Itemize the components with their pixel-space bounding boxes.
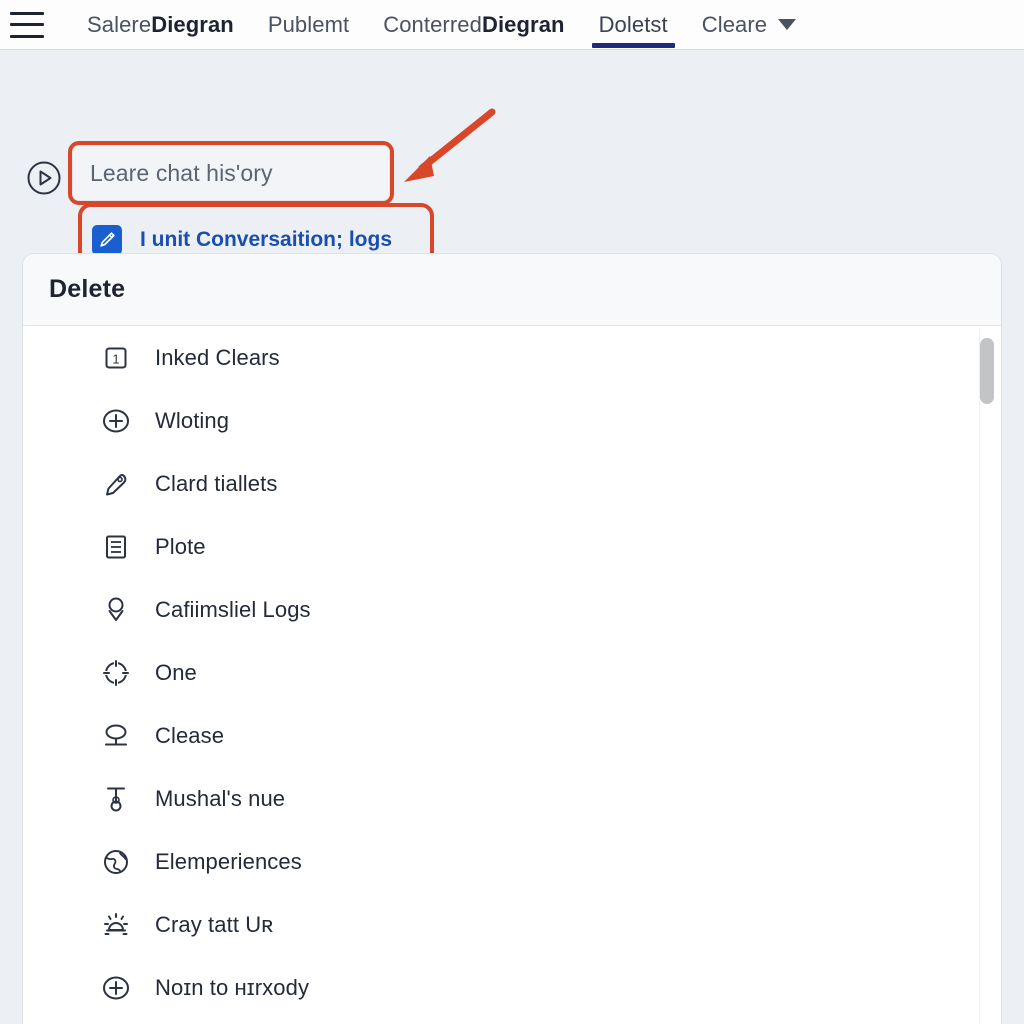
play-circle-icon[interactable] <box>26 160 62 196</box>
tab-label-plain: Cleare <box>701 11 768 37</box>
list-item[interactable]: One <box>23 641 1001 704</box>
app-root: Salere Diegran Publemt Conterred Diegran… <box>0 0 1024 1024</box>
list-item-label: Cafiimsliel Logs <box>155 596 311 622</box>
list-item-label: Clease <box>155 722 225 748</box>
tab-label-plain: Conterred <box>383 11 482 37</box>
plus-circle-icon <box>101 973 131 1003</box>
hamburger-bar <box>10 11 44 15</box>
tab-label-plain: Publemt <box>267 11 350 37</box>
tab-doletst[interactable]: Doletst <box>582 0 685 50</box>
list-item-label: Plote <box>155 533 206 559</box>
list-item[interactable]: Cafiimsliel Logs <box>23 578 1001 641</box>
hamburger-bar <box>10 23 44 26</box>
list-item[interactable]: Clease <box>23 704 1001 767</box>
pointer-arrow-icon <box>404 108 496 182</box>
speech-bubble-icon <box>101 721 131 751</box>
list-item[interactable]: Cray tatt Uʀ <box>23 893 1001 956</box>
list-item-label: Cray tatt Uʀ <box>155 911 274 937</box>
list-item-label: Mushal's nue <box>155 785 286 811</box>
location-pin-icon <box>101 595 131 625</box>
tab-conterred-diegran[interactable]: Conterred Diegran <box>366 0 581 50</box>
list-item[interactable]: Clard tiallets <box>23 452 1001 515</box>
page-title: Delete <box>49 275 126 303</box>
tab-salere-diegran[interactable]: Salere Diegran <box>70 0 251 50</box>
number-one-box-icon: 1 <box>101 343 131 373</box>
top-navigation-bar: Salere Diegran Publemt Conterred Diegran… <box>0 0 1024 50</box>
delete-panel: Delete 1 Inked Clears Wloting Clard tial… <box>22 253 1002 1024</box>
suggestion-label: I unit Conversaition; logs <box>140 228 393 251</box>
list-item-label: Elemperiences <box>155 848 302 874</box>
nav-tab-list: Salere Diegran Publemt Conterred Diegran… <box>70 0 813 50</box>
tab-label-strong: Diegran <box>151 11 234 37</box>
delete-options-list: 1 Inked Clears Wloting Clard tiallets Pl… <box>23 326 1001 1024</box>
scrollbar-thumb[interactable] <box>980 338 994 404</box>
panel-header: Delete <box>23 254 1001 326</box>
list-item[interactable]: Wloting <box>23 389 1001 452</box>
chevron-down-icon <box>778 19 797 30</box>
search-placeholder: Leare chat his'ory <box>90 159 273 186</box>
hamburger-bar <box>10 34 44 38</box>
tab-publemt[interactable]: Publemt <box>251 0 366 50</box>
list-item-label: Clard tiallets <box>155 470 278 496</box>
list-item[interactable]: Noɪn to ʜɪrxody <box>23 956 1001 1019</box>
hamburger-menu-icon[interactable] <box>10 11 44 38</box>
list-item-label: Noɪn to ʜɪrxody <box>155 974 310 1000</box>
list-item[interactable]: Elemperiences <box>23 830 1001 893</box>
pen-marker-icon <box>101 469 131 499</box>
sun-brightness-icon <box>101 910 131 940</box>
edit-pen-icon <box>92 225 122 255</box>
crosshair-icon <box>101 658 131 688</box>
svg-text:1: 1 <box>112 351 119 366</box>
plus-circle-icon <box>101 406 131 436</box>
vertical-scrollbar[interactable] <box>979 328 995 1024</box>
globe-icon <box>101 847 131 877</box>
tab-label-strong: Diegran <box>481 11 565 37</box>
list-item[interactable]: 1 Inked Clears <box>23 326 1001 389</box>
list-item-label: One <box>155 659 197 685</box>
tab-cleare[interactable]: Cleare <box>685 0 813 50</box>
tab-label-plain: Salere <box>87 11 152 37</box>
list-item-label: Wloting <box>155 407 230 433</box>
document-lines-icon <box>101 532 131 562</box>
command-area: Leare chat his'ory I unit Conversaition;… <box>0 50 1024 277</box>
search-input[interactable]: Leare chat his'ory <box>72 145 390 201</box>
list-item[interactable]: Mushal's nue <box>23 767 1001 830</box>
list-item-label: Inked Clears <box>155 344 280 370</box>
list-item[interactable]: Plote <box>23 515 1001 578</box>
thermometer-icon <box>101 784 131 814</box>
tab-label-plain: Doletst <box>598 11 668 37</box>
